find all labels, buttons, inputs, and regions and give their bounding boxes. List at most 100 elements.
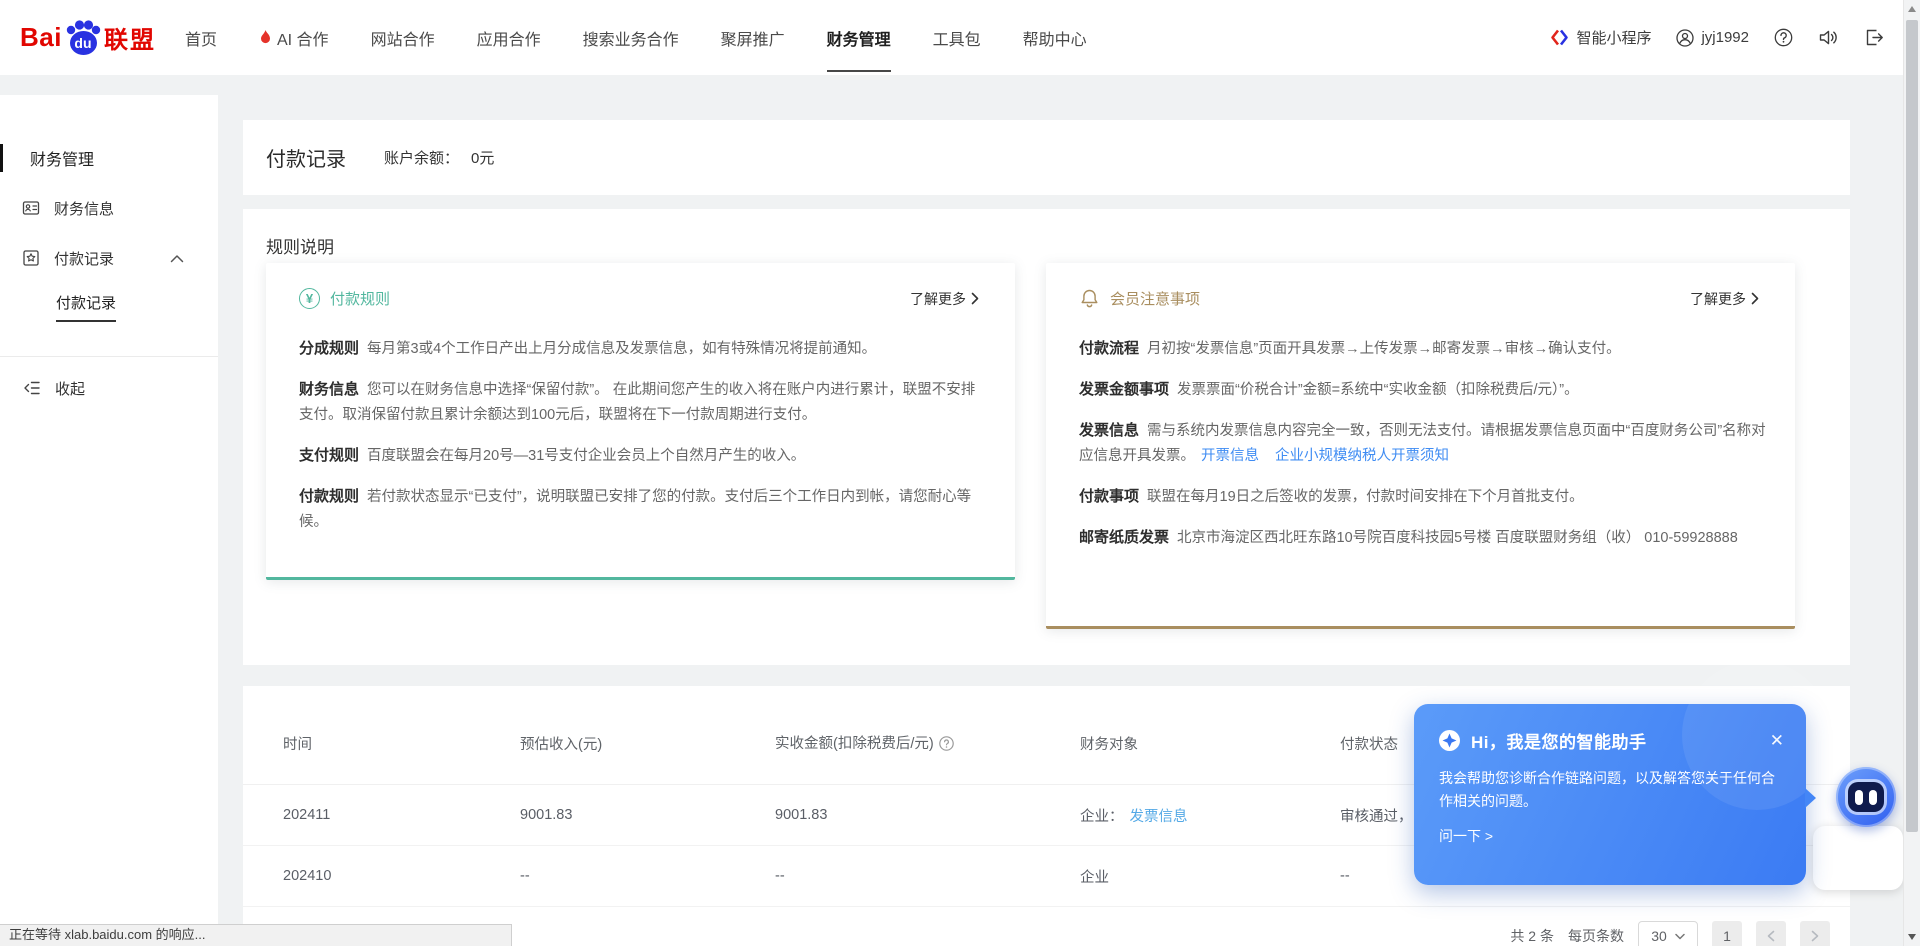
cell-actual-amount-value: 9001.83: [775, 807, 827, 823]
invoice-info-link[interactable]: 发票信息: [1130, 809, 1188, 825]
ask-now-link[interactable]: 问一下 >: [1414, 813, 1806, 846]
rule-item-text: 月初按“发票信息”页面开具发票→上传发票→邮寄发票→审核→确认支付。: [1147, 341, 1621, 357]
cell-payment-status-value: --: [1340, 868, 1350, 884]
rule-item-text: 您可以在财务信息中选择“保留付款”。 在此期间您产生的收入将在账户内进行累计，联…: [299, 382, 975, 423]
cell-finance-target-value: 企业：: [1080, 809, 1124, 825]
page-size-select[interactable]: 30: [1638, 921, 1698, 946]
rule-item-label: 邮寄纸质发票: [1079, 529, 1169, 546]
table-column-header: 预估收入(元): [520, 686, 775, 785]
rule-item-label: 发票金额事项: [1079, 381, 1169, 398]
rule-item: 付款规则若付款状态显示“已支付”，说明联盟已安排了您的付款。支付后三个工作日内到…: [299, 484, 987, 535]
rule-item: 付款事项联盟在每月19日之后签收的发票，付款时间安排在下个月首批支付。: [1079, 484, 1767, 510]
prev-page-button[interactable]: [1756, 921, 1786, 946]
rule-item: 发票金额事项发票票面“价税合计”金额=系统中“实收金额（扣除税费后/元）”。: [1079, 377, 1767, 403]
scroll-down-arrow[interactable]: [1908, 934, 1916, 940]
nav-item-0[interactable]: 首页: [164, 0, 238, 75]
nav-item-8[interactable]: 帮助中心: [1002, 0, 1108, 75]
page-size-value: 30: [1651, 928, 1667, 944]
nav-item-label: 网站合作: [371, 26, 435, 50]
baidu-union-logo[interactable]: Bai du 联盟: [20, 18, 156, 58]
balance-value: 0元: [471, 147, 494, 168]
cell-finance-target-value: 企业: [1080, 870, 1109, 886]
cell-estimated-income: 9001.83: [520, 785, 775, 846]
scrollbar-thumb[interactable]: [1906, 20, 1918, 832]
table-column-label: 财务对象: [1080, 737, 1138, 753]
logo-text-bai: Bai: [20, 22, 62, 53]
cell-finance-target: 企业： 发票信息: [1080, 785, 1340, 846]
cell-estimated-income-value: 9001.83: [520, 807, 572, 823]
nav-item-label: 聚屏推广: [721, 26, 785, 50]
status-text: 正在等待 xlab.baidu.com 的响应...: [9, 927, 206, 942]
cell-actual-amount: 9001.83: [775, 785, 1080, 846]
scroll-up-arrow[interactable]: [1908, 6, 1916, 12]
rule-item-text: 联盟在每月19日之后签收的发票，付款时间安排在下个月首批支付。: [1147, 489, 1584, 505]
top-navbar: Bai du 联盟 首页 AI 合作 网站合作应用合作搜索业务合作 聚屏推广财务管理工…: [0, 0, 1920, 75]
sidebar-subitem-payment-record[interactable]: 付款记录: [0, 292, 218, 322]
nav-item-2[interactable]: 网站合作: [350, 0, 456, 75]
nav-item-4[interactable]: 搜索业务合作: [562, 0, 700, 75]
payment-rules-header: ¥ 付款规则 了解更多: [266, 263, 1015, 309]
sidebar-section-finance[interactable]: 财务管理: [0, 143, 218, 173]
nav-item-label: 帮助中心: [1023, 26, 1087, 50]
rule-item-text: 北京市海淀区西北旺东路10号院百度科技园5号楼 百度联盟财务组（收） 010-5…: [1177, 530, 1738, 546]
rule-item-label: 支付规则: [299, 447, 359, 464]
nav-item-6[interactable]: 财务管理: [806, 0, 912, 75]
chevron-up-icon[interactable]: [170, 254, 184, 263]
sidebar-item-payment-record[interactable]: 付款记录: [0, 243, 218, 273]
cell-time: 202411: [243, 785, 520, 846]
cell-estimated-income-value: --: [520, 868, 530, 884]
mini-program-link[interactable]: 智能小程序: [1550, 27, 1651, 48]
page-header-card: 付款记录 账户余额： 0元: [243, 120, 1850, 195]
yen-circle-icon: ¥: [299, 288, 320, 309]
table-column-header: 实收金额(扣除税费后/元): [775, 686, 1080, 785]
rule-item-text: 百度联盟会在每月20号—31号支付企业会员上个自然月产生的收入。: [367, 448, 805, 464]
nav-item-3[interactable]: 应用合作: [456, 0, 562, 75]
current-page[interactable]: 1: [1712, 921, 1742, 946]
nav-item-5[interactable]: 聚屏推广: [700, 0, 806, 75]
payment-rules-items: 分成规则每月第3或4个工作日产出上月分成信息及发票信息，如有特殊情况将提前通知。…: [266, 309, 1015, 535]
robot-eye: [1869, 790, 1877, 805]
learn-more-link[interactable]: 了解更多: [910, 289, 979, 309]
cell-time-value: 202410: [283, 868, 331, 884]
sidebar-item-finance-info[interactable]: 财务信息: [0, 193, 218, 223]
rule-item-text: 发票票面“价税合计”金额=系统中“实收金额（扣除税费后/元）”。: [1177, 382, 1579, 398]
close-icon[interactable]: ✕: [1770, 732, 1784, 749]
sidebar-item-label: 财务信息: [54, 198, 114, 219]
sidebar-subitem-label: 付款记录: [56, 292, 116, 322]
rule-item-label: 分成规则: [299, 340, 359, 357]
sidebar: 财务管理 财务信息 付款记录 付款记录: [0, 95, 218, 946]
sidebar-collapse-button[interactable]: 收起: [0, 373, 218, 403]
nav-item-label: 搜索业务合作: [583, 26, 679, 50]
browser-status-bubble: 正在等待 xlab.baidu.com 的响应...: [0, 924, 512, 946]
nav-item-7[interactable]: 工具包: [912, 0, 1002, 75]
cell-time-value: 202411: [283, 807, 330, 823]
sound-icon[interactable]: [1818, 28, 1839, 47]
rule-item: 付款流程月初按“发票信息”页面开具发票→上传发票→邮寄发票→审核→确认支付。: [1079, 336, 1767, 362]
learn-more-label: 了解更多: [1690, 289, 1746, 309]
nav-item-1[interactable]: AI 合作: [238, 0, 350, 75]
username-label: jyj1992: [1701, 29, 1749, 46]
chevron-right-icon: [1751, 292, 1759, 305]
collapse-label: 收起: [55, 378, 85, 399]
user-menu[interactable]: jyj1992: [1676, 29, 1749, 47]
page-size-label: 每页条数: [1568, 926, 1624, 946]
next-page-button[interactable]: [1800, 921, 1830, 946]
rule-item-label: 付款事项: [1079, 488, 1139, 505]
rule-link[interactable]: 企业小规模纳税人开票须知: [1275, 448, 1449, 464]
assistant-robot-button[interactable]: [1836, 767, 1896, 827]
page-root: Bai du 联盟 首页AI 合作网站合作应用合作搜索业务合作聚屏推广财务管理工…: [0, 0, 1920, 946]
finance-info-icon: [22, 199, 40, 217]
nav-item-label: AI 合作: [277, 26, 329, 50]
logo-text-du: du: [74, 35, 91, 51]
help-circle-icon[interactable]: [939, 736, 954, 755]
balance-label: 账户余额：: [384, 147, 459, 168]
table-column-label: 付款状态: [1340, 737, 1398, 753]
mini-program-icon: [1550, 28, 1569, 47]
table-column-header: 时间: [243, 686, 520, 785]
rule-item-label: 付款规则: [299, 488, 359, 505]
learn-more-link[interactable]: 了解更多: [1690, 289, 1759, 309]
rule-link[interactable]: 开票信息: [1201, 448, 1259, 464]
help-icon[interactable]: [1774, 28, 1793, 47]
logout-icon[interactable]: [1864, 28, 1884, 47]
scrollbar[interactable]: [1903, 0, 1920, 946]
